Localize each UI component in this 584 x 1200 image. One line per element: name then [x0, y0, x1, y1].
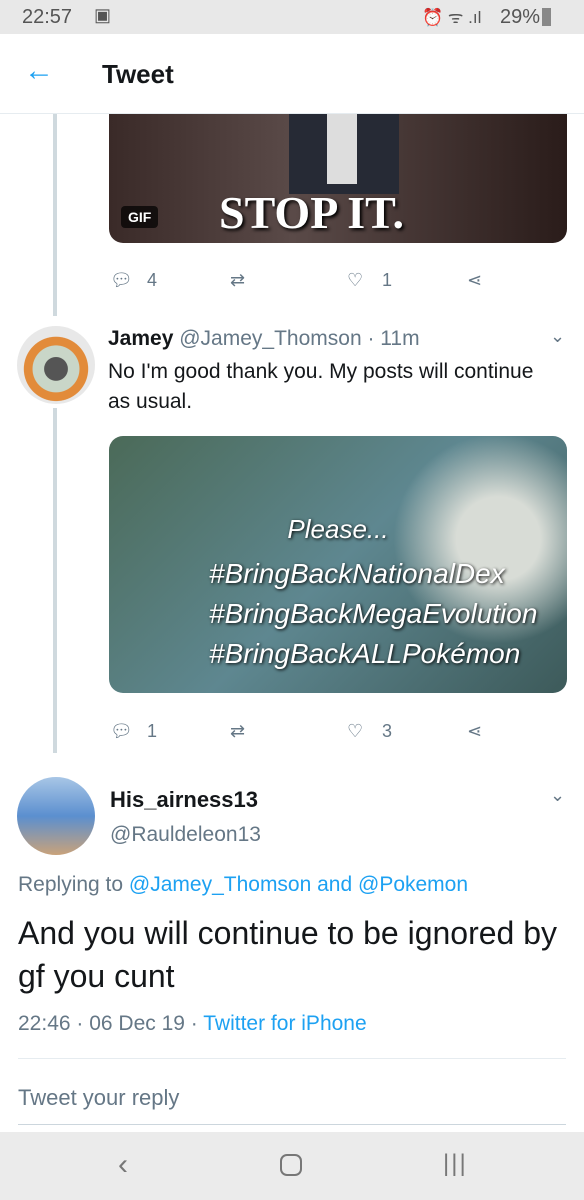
like-icon[interactable]: ♡	[347, 721, 363, 742]
action-bar: 💬︎ 4 ⇄ ♡ 1 ⋖	[110, 270, 570, 296]
author-handle[interactable]: @Rauldeleon13	[110, 823, 261, 847]
retweet-icon[interactable]: ⇄	[230, 721, 245, 742]
like-icon[interactable]: ♡	[347, 270, 363, 291]
retweet-icon[interactable]: ⇄	[230, 270, 245, 291]
gif-shirt	[327, 114, 357, 184]
status-bar: 22:57 ▣ ⏰ ᯤ .ıl 29%	[0, 0, 584, 34]
battery-icon	[542, 8, 551, 26]
android-nav-bar: ‹ |||	[0, 1132, 584, 1200]
home-nav-icon[interactable]	[280, 1154, 302, 1176]
chevron-down-icon[interactable]: ⌄	[550, 326, 565, 347]
reply-input[interactable]: Tweet your reply	[18, 1085, 566, 1125]
tweet-header: Jamey @Jamey_Thomson · 11m	[108, 327, 420, 351]
tweet-source[interactable]: Twitter for iPhone	[203, 1012, 366, 1035]
divider	[18, 1058, 566, 1059]
header: ← Tweet	[0, 34, 584, 114]
tweet-time: · 11m	[367, 327, 420, 350]
thread-line	[53, 114, 57, 316]
gif-badge: GIF	[121, 206, 159, 228]
battery-text: 29%	[500, 6, 541, 28]
back-nav-icon[interactable]: ‹	[118, 1148, 128, 1182]
author-handle[interactable]: @Jamey_Thomson	[179, 327, 361, 350]
author-name[interactable]: Jamey	[108, 327, 173, 350]
status-time: 22:57	[22, 6, 73, 28]
chevron-down-icon[interactable]: ⌄	[550, 785, 565, 806]
thread-line	[53, 408, 57, 753]
replying-to: Replying to @Jamey_Thomson and @Pokemon	[18, 873, 468, 897]
twitch-icon: ▣	[94, 5, 112, 25]
share-icon[interactable]: ⋖	[467, 270, 482, 291]
image-line: #BringBackALLPokémon	[209, 638, 521, 669]
action-bar: 💬︎ 1 ⇄ ♡ 3 ⋖	[110, 721, 570, 747]
tweet-meta: 22:46 · 06 Dec 19 · Twitter for iPhone	[18, 1012, 367, 1036]
like-count: 3	[382, 721, 393, 741]
share-icon[interactable]: ⋖	[467, 721, 482, 742]
avatar[interactable]	[17, 326, 95, 404]
tweet-text: No I'm good thank you. My posts will con…	[108, 360, 534, 413]
image-title: Please...	[287, 514, 389, 544]
reply-count: 4	[147, 270, 158, 290]
reply-icon[interactable]: 💬︎	[110, 270, 133, 291]
reply-icon[interactable]: 💬︎	[110, 721, 133, 742]
avatar[interactable]	[17, 777, 95, 855]
main-tweet-text: And you will continue to be ignored by g…	[18, 915, 558, 994]
replying-prefix: Replying to	[18, 873, 124, 896]
back-arrow-icon[interactable]: ←	[24, 54, 54, 88]
gif-media[interactable]: GIF STOP IT.	[109, 114, 567, 243]
alarm-wifi-signal-icons: ⏰ ᯤ .ıl	[422, 8, 482, 27]
like-count: 1	[382, 270, 393, 290]
recents-nav-icon[interactable]: |||	[443, 1150, 468, 1178]
tweet-date: 22:46 · 06 Dec 19 ·	[18, 1012, 198, 1035]
replying-to-link[interactable]: @Jamey_Thomson and @Pokemon	[129, 873, 468, 896]
image-line: #BringBackNationalDex	[209, 558, 505, 589]
tweet-image[interactable]: Please... #BringBackNationalDex #BringBa…	[109, 436, 567, 693]
reply-count: 1	[147, 721, 158, 741]
page-title: Tweet	[102, 59, 174, 89]
gif-caption: STOP IT.	[219, 187, 404, 238]
image-line: #BringBackMegaEvolution	[209, 598, 538, 629]
author-name[interactable]: His_airness13	[110, 787, 258, 813]
